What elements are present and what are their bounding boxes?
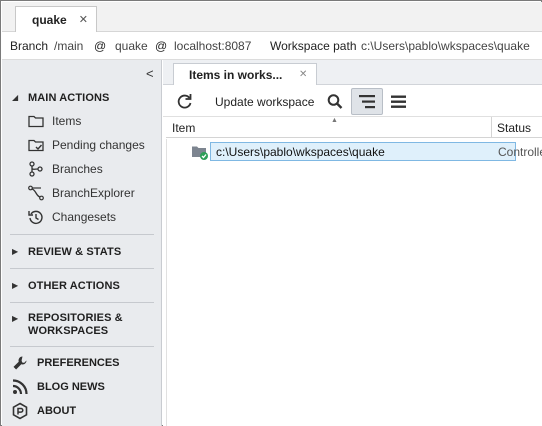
- section-review-stats-title: REVIEW & STATS: [28, 246, 122, 258]
- sidebar-item-label: Changesets: [52, 210, 117, 224]
- search-button[interactable]: [323, 88, 347, 115]
- workspace-tab-strip: quake ✕: [2, 2, 542, 33]
- sidebar: < ◢ MAIN ACTIONS Items Pending changes B…: [2, 60, 162, 426]
- collapsed-triangle-icon: ▶: [12, 314, 19, 323]
- divider: [10, 302, 154, 303]
- section-repositories-title-line1: REPOSITORIES &: [28, 312, 123, 324]
- rss-icon: [12, 379, 28, 395]
- sidebar-item-label: Pending changes: [52, 138, 145, 152]
- repository-name: quake: [115, 39, 148, 53]
- sidebar-item-label: Branches: [52, 162, 103, 176]
- collapsed-triangle-icon: ▶: [12, 247, 19, 256]
- items-grid: c:\Users\pablo\wkspaces\quake Controlled: [166, 139, 542, 426]
- branches-icon: [29, 161, 43, 177]
- divider: [10, 268, 154, 269]
- sidebar-item-label: BranchExplorer: [52, 186, 135, 200]
- section-review-stats[interactable]: ▶ REVIEW & STATS: [12, 246, 152, 260]
- items-toolbar: Update workspace: [163, 85, 542, 117]
- collapsed-triangle-icon: ▶: [12, 281, 19, 290]
- item-path-cell: c:\Users\pablo\wkspaces\quake: [210, 142, 516, 161]
- sidebar-item-label: ABOUT: [37, 405, 77, 417]
- window-frame: quake ✕ Branch /main @ quake @ localhost…: [0, 0, 542, 426]
- refresh-icon: [177, 94, 192, 109]
- section-main-actions-title: MAIN ACTIONS: [28, 92, 110, 104]
- sidebar-item-preferences[interactable]: PREFERENCES: [11, 354, 151, 374]
- update-workspace-label: Update workspace: [215, 95, 315, 109]
- wrench-icon: [13, 356, 27, 370]
- sidebar-item-pending-changes[interactable]: Pending changes: [27, 135, 157, 155]
- items-grid-header: Item ▲ Status: [166, 117, 542, 138]
- divider: [10, 234, 154, 235]
- sidebar-item-branches[interactable]: Branches: [27, 159, 157, 179]
- table-row[interactable]: c:\Users\pablo\wkspaces\quake Controlled: [167, 141, 542, 161]
- at-separator: @: [155, 39, 168, 53]
- tab-items-label: Items in works...: [189, 68, 283, 82]
- column-separator[interactable]: [491, 117, 492, 138]
- branch-explorer-icon: [28, 185, 44, 201]
- close-icon[interactable]: ✕: [299, 69, 307, 80]
- workspace-info-bar: Branch /main @ quake @ localhost:8087 Wo…: [2, 32, 542, 60]
- sort-ascending-icon: ▲: [331, 117, 338, 124]
- about-icon: [12, 402, 28, 420]
- list-view-toggle[interactable]: [387, 88, 411, 115]
- section-other-actions-title: OTHER ACTIONS: [28, 280, 120, 292]
- sidebar-item-label: PREFERENCES: [37, 357, 120, 369]
- sidebar-item-about[interactable]: ABOUT: [11, 402, 151, 422]
- controlled-folder-icon: [192, 146, 208, 160]
- sidebar-item-changesets[interactable]: Changesets: [27, 207, 157, 227]
- branch-label: Branch: [10, 39, 49, 53]
- refresh-button[interactable]: [173, 88, 197, 115]
- tab-quake-label: quake: [32, 13, 67, 27]
- list-view-icon: [391, 95, 406, 108]
- main-panel: Items in works... ✕ Update workspace Ite…: [163, 60, 542, 426]
- sidebar-item-blog-news[interactable]: BLOG NEWS: [11, 378, 151, 398]
- section-other-actions[interactable]: ▶ OTHER ACTIONS: [12, 280, 152, 294]
- branch-value: /main: [54, 39, 84, 53]
- sidebar-item-label: BLOG NEWS: [37, 381, 105, 393]
- tree-view-toggle[interactable]: [351, 88, 383, 115]
- update-workspace-button[interactable]: Update workspace: [209, 88, 315, 115]
- search-icon: [327, 94, 343, 109]
- section-main-actions[interactable]: ◢ MAIN ACTIONS: [12, 92, 152, 106]
- section-repositories-workspaces[interactable]: ▶ REPOSITORIES & WORKSPACES: [12, 312, 152, 340]
- at-separator: @: [94, 39, 107, 53]
- tree-view-icon: [359, 95, 375, 109]
- item-status-cell: Controlled: [498, 145, 542, 159]
- server-address: localhost:8087: [174, 39, 252, 53]
- column-header-item[interactable]: Item: [172, 121, 195, 135]
- history-icon: [28, 210, 43, 224]
- collapse-sidebar-icon[interactable]: <: [146, 66, 154, 81]
- section-repositories-title-line2: WORKSPACES: [28, 325, 109, 337]
- close-icon[interactable]: ✕: [79, 13, 88, 26]
- view-tab-strip: Items in works... ✕: [163, 60, 542, 86]
- folder-icon: [28, 115, 44, 128]
- divider: [10, 346, 154, 347]
- sidebar-item-items[interactable]: Items: [27, 111, 157, 131]
- workspace-path-label: Workspace path: [270, 39, 357, 53]
- expanded-triangle-icon: ◢: [12, 93, 19, 102]
- sidebar-item-label: Items: [52, 114, 82, 128]
- tab-items-in-workspace[interactable]: Items in works... ✕: [173, 63, 317, 86]
- column-header-status[interactable]: Status: [497, 121, 531, 135]
- sidebar-item-branch-explorer[interactable]: BranchExplorer: [27, 183, 157, 203]
- pending-changes-icon: [28, 139, 44, 152]
- tab-quake[interactable]: quake ✕: [15, 6, 97, 33]
- workspace-path-value: c:\Users\pablo\wkspaces\quake: [361, 39, 530, 53]
